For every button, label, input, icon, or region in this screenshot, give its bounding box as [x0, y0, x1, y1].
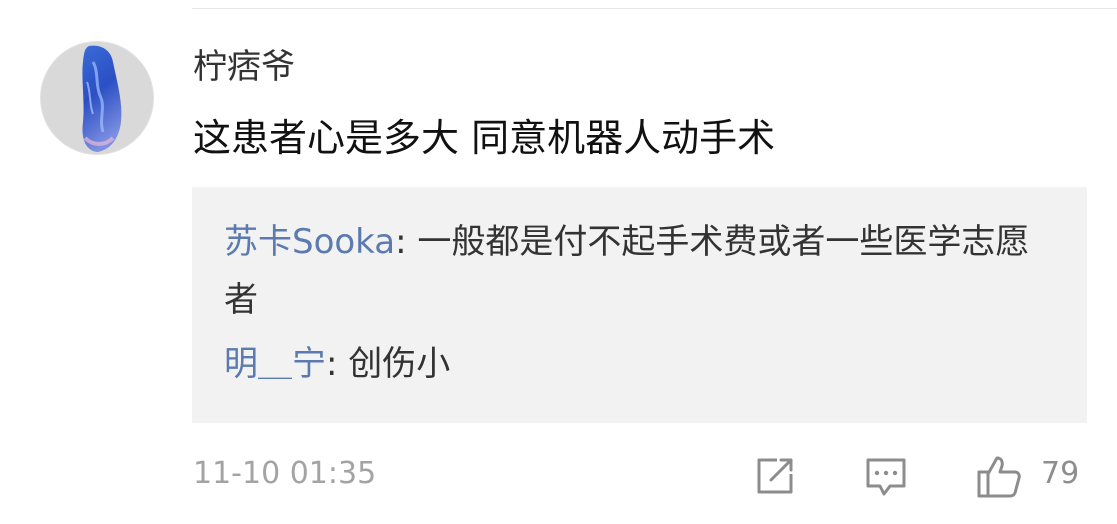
like-count: 79: [1041, 456, 1080, 491]
reply-box[interactable]: 苏卡Sooka: 一般都是付不起手术费或者一些医学志愿者 明＿宁: 创伤小: [192, 187, 1087, 423]
reply-author[interactable]: 苏卡Sooka: [224, 222, 395, 262]
comment-bubble-icon[interactable]: [862, 452, 910, 500]
share-square-icon[interactable]: [751, 452, 799, 500]
comment-timestamp: 11-10 01:35: [193, 456, 377, 491]
avatar[interactable]: [40, 41, 154, 155]
comment-text: 这患者心是多大 同意机器人动手术: [193, 116, 776, 160]
reply-item[interactable]: 明＿宁: 创伤小: [224, 335, 1057, 393]
avatar-image: [41, 42, 153, 154]
reply-text: 创伤小: [348, 344, 451, 384]
username[interactable]: 柠痞爷: [193, 42, 295, 92]
top-divider: [192, 8, 1117, 9]
reply-item[interactable]: 苏卡Sooka: 一般都是付不起手术费或者一些医学志愿者: [224, 213, 1057, 329]
reply-author[interactable]: 明＿宁: [224, 344, 326, 384]
thumbs-up-icon[interactable]: [975, 452, 1023, 500]
reply-separator: :: [326, 344, 349, 384]
reply-separator: :: [395, 222, 418, 262]
